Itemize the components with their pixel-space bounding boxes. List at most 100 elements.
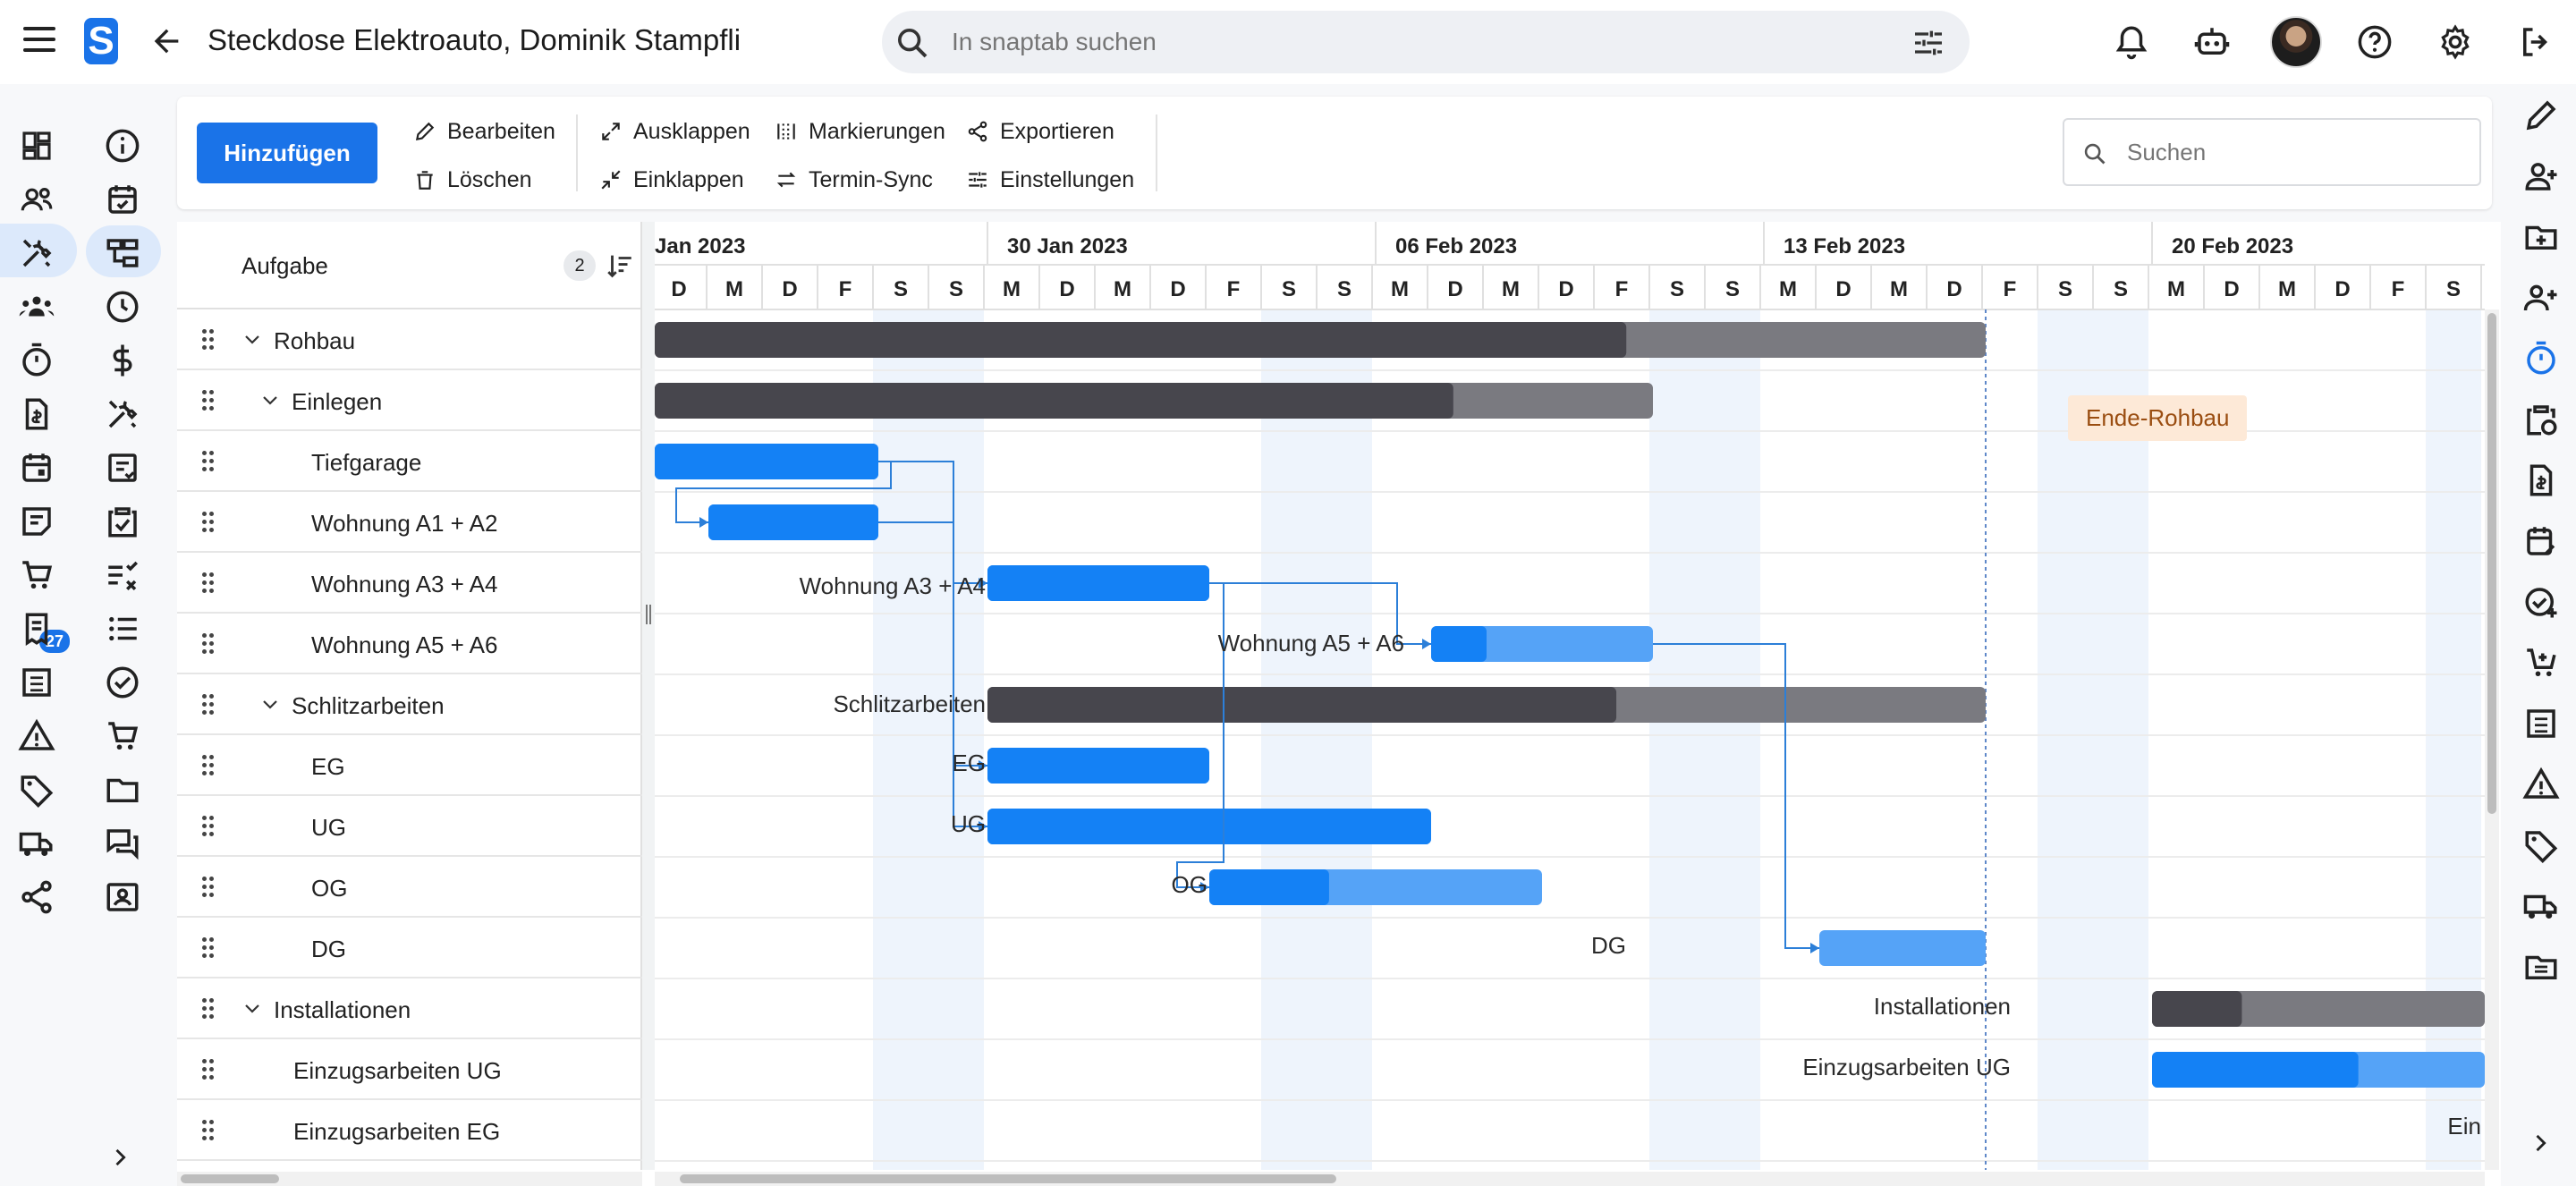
invoice-icon[interactable] xyxy=(2522,462,2560,499)
robot-icon[interactable] xyxy=(2193,23,2231,61)
task-row[interactable]: Wohnung A1 + A2 xyxy=(177,492,642,553)
share-icon[interactable] xyxy=(18,878,55,916)
drag-handle-icon[interactable] xyxy=(202,1120,215,1141)
dollar-icon[interactable] xyxy=(104,342,141,379)
drag-handle-icon[interactable] xyxy=(202,390,215,411)
dashboard-icon[interactable] xyxy=(18,127,55,165)
markers-button[interactable]: Markierungen xyxy=(775,114,945,149)
list-icon[interactable] xyxy=(18,664,55,701)
task-bar-tiefgarage-progress[interactable] xyxy=(655,444,878,479)
bell-icon[interactable] xyxy=(2113,23,2150,61)
clipboard-check-icon[interactable] xyxy=(104,503,141,540)
warning-icon[interactable] xyxy=(18,717,55,755)
contact-card-icon[interactable] xyxy=(104,878,141,916)
stopwatch-icon[interactable] xyxy=(18,342,55,379)
cart-icon[interactable] xyxy=(18,556,55,594)
calendar-check-icon[interactable] xyxy=(104,181,141,218)
add-button[interactable]: Hinzufügen xyxy=(197,123,377,183)
grid-horizontal-scrollbar[interactable] xyxy=(177,1172,642,1186)
folder-icon[interactable] xyxy=(104,771,141,809)
group-add-icon[interactable] xyxy=(2522,279,2560,317)
truck-icon[interactable] xyxy=(2522,887,2560,925)
tag-icon[interactable] xyxy=(18,771,55,809)
drag-handle-icon[interactable] xyxy=(202,816,215,837)
tools-icon[interactable] xyxy=(104,395,141,433)
contacts-icon[interactable] xyxy=(18,181,55,218)
summary-bar-installationen-progress[interactable] xyxy=(2152,991,2242,1027)
team-icon[interactable] xyxy=(18,288,55,326)
chevron-down-icon[interactable] xyxy=(242,998,263,1020)
summary-bar-rohbau-progress[interactable] xyxy=(655,322,1627,358)
gantt-icon[interactable] xyxy=(104,234,141,272)
task-row[interactable]: Installationen xyxy=(177,978,642,1039)
check-circle-icon[interactable] xyxy=(104,664,141,701)
drag-handle-icon[interactable] xyxy=(202,451,215,472)
drag-handle-icon[interactable] xyxy=(202,755,215,776)
task-row[interactable]: EG xyxy=(177,735,642,796)
edit-button[interactable]: Bearbeiten xyxy=(413,114,555,149)
sort-icon[interactable] xyxy=(605,250,635,281)
export-button[interactable]: Exportieren xyxy=(966,114,1114,149)
info-icon[interactable] xyxy=(104,127,141,165)
gantt-search-input[interactable] xyxy=(2127,136,2467,168)
drag-handle-icon[interactable] xyxy=(202,1059,215,1080)
collapse-button[interactable]: Einklappen xyxy=(599,162,744,198)
warning-icon[interactable] xyxy=(2522,766,2560,803)
logout-icon[interactable] xyxy=(2517,23,2555,61)
back-arrow-icon[interactable] xyxy=(148,23,184,59)
clipboard-clock-icon[interactable] xyxy=(2522,401,2560,438)
gear-icon[interactable] xyxy=(2436,23,2474,61)
check-add-icon[interactable] xyxy=(2522,583,2560,621)
summary-bar-schlitzarbeiten-progress[interactable] xyxy=(987,687,1617,723)
settings-button[interactable]: Einstellungen xyxy=(966,162,1134,198)
chat-icon[interactable] xyxy=(104,825,141,862)
task-row[interactable]: Einzugsarbeiten EG xyxy=(177,1100,642,1161)
calendar-icon[interactable] xyxy=(18,449,55,487)
list-icon[interactable] xyxy=(2522,705,2560,742)
task-bar-a56-progress[interactable] xyxy=(1431,626,1487,662)
task-row[interactable]: DG xyxy=(177,918,642,978)
person-add-icon[interactable] xyxy=(2522,157,2560,195)
milestone-ende-rohbau[interactable]: Ende-Rohbau xyxy=(2068,395,2248,441)
receipt-icon[interactable] xyxy=(18,610,55,648)
bullet-list-icon[interactable] xyxy=(104,610,141,648)
filter-tune-icon[interactable] xyxy=(1911,25,1946,61)
sync-button[interactable]: Termin-Sync xyxy=(775,162,933,198)
folder-add-icon[interactable] xyxy=(2522,218,2560,256)
drag-handle-icon[interactable] xyxy=(202,937,215,959)
calendar-edit-icon[interactable] xyxy=(2522,522,2560,560)
cart-icon[interactable] xyxy=(104,717,141,755)
chevron-right-icon[interactable] xyxy=(107,1145,132,1170)
task-bar-a34-progress[interactable] xyxy=(987,565,1209,601)
cart-add-icon[interactable] xyxy=(2522,644,2560,682)
task-bar-og-progress[interactable] xyxy=(1209,869,1329,905)
task-bar-eg-progress[interactable] xyxy=(987,748,1209,784)
drag-handle-icon[interactable] xyxy=(202,633,215,655)
invoice-icon[interactable] xyxy=(18,395,55,433)
drag-handle-icon[interactable] xyxy=(202,998,215,1020)
task-row[interactable]: Tiefgarage xyxy=(177,431,642,492)
avatar[interactable] xyxy=(2270,16,2322,68)
delete-button[interactable]: Löschen xyxy=(413,162,532,198)
task-bar-ug-progress[interactable] xyxy=(987,809,1431,844)
truck-icon[interactable] xyxy=(18,825,55,862)
task-row[interactable]: Rohbau xyxy=(177,309,642,370)
report-icon[interactable] xyxy=(104,449,141,487)
chevron-down-icon[interactable] xyxy=(259,694,281,716)
global-search[interactable] xyxy=(882,11,1970,73)
chevron-down-icon[interactable] xyxy=(242,329,263,351)
help-icon[interactable] xyxy=(2356,23,2394,61)
gantt-search[interactable] xyxy=(2063,118,2481,186)
pencil-icon[interactable] xyxy=(2522,97,2560,134)
chevron-right-icon[interactable] xyxy=(2528,1131,2553,1156)
drag-handle-icon[interactable] xyxy=(202,329,215,351)
task-bar-a12-progress[interactable] xyxy=(708,504,878,540)
app-logo[interactable]: S xyxy=(84,18,118,64)
drag-handle-icon[interactable] xyxy=(202,572,215,594)
vertical-scrollbar[interactable] xyxy=(2485,309,2499,1170)
tools-icon[interactable] xyxy=(18,234,55,272)
timeline-horizontal-scrollbar[interactable] xyxy=(655,1172,2485,1186)
task-row[interactable]: Wohnung A5 + A6 xyxy=(177,614,642,674)
grid-splitter[interactable] xyxy=(642,222,655,1170)
task-bar-einzug-ug-progress[interactable] xyxy=(2152,1052,2359,1088)
